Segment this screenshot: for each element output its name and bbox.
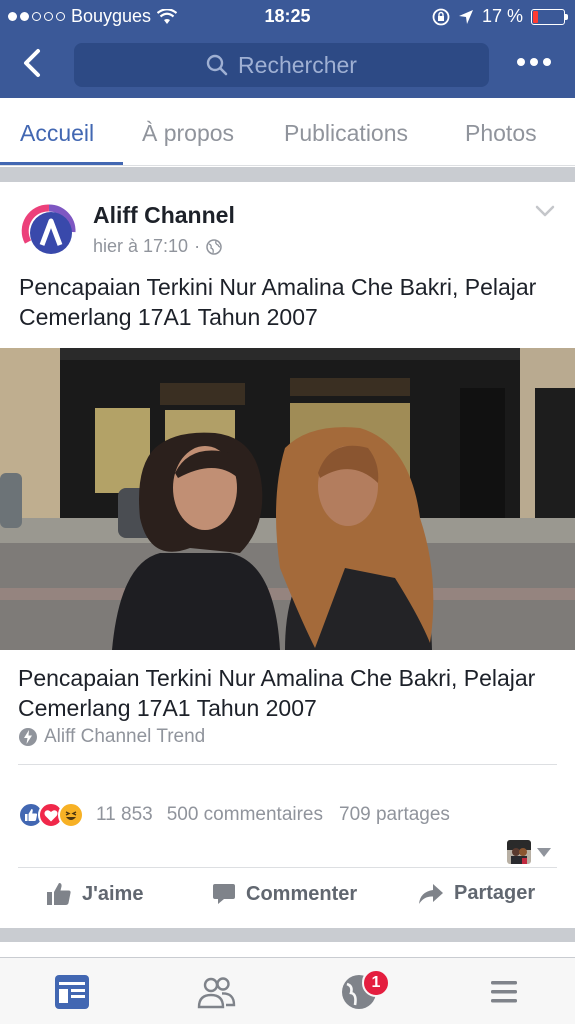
comment-button[interactable]: Commenter [212, 882, 357, 906]
like-button[interactable]: J'aime [46, 882, 143, 906]
thumbs-up-icon [47, 883, 71, 905]
notification-badge: 1 [362, 969, 390, 997]
comments-count[interactable]: 500 commentaires [167, 804, 323, 826]
rotation-lock-icon [432, 8, 450, 25]
instant-article-icon [19, 728, 37, 746]
more-options-icon[interactable] [517, 58, 551, 66]
page-avatar[interactable] [20, 202, 78, 260]
link-title[interactable]: Pencapaian Terkini Nur Amalina Che Bakri… [18, 663, 558, 723]
share-button[interactable]: Partager [418, 882, 535, 905]
link-preview-image[interactable] [0, 348, 575, 650]
feed-divider [0, 167, 575, 182]
menu-icon[interactable] [484, 972, 524, 1012]
battery-percent: 17 % [481, 6, 523, 26]
caret-down-icon [537, 847, 551, 857]
chevron-down-icon[interactable] [535, 204, 555, 218]
active-tab-indicator [0, 162, 123, 165]
tab-a-propos[interactable]: À propos [142, 120, 234, 147]
tab-photos[interactable]: Photos [465, 120, 537, 147]
bottom-tab-bar: 1 [0, 957, 575, 1024]
status-right: 17 % [432, 6, 568, 27]
reaction-icons [18, 802, 84, 828]
feed-divider [0, 928, 575, 942]
news-feed-icon[interactable] [52, 972, 92, 1012]
search-placeholder: Rechercher [238, 51, 357, 78]
share-arrow-icon [419, 883, 443, 904]
post-card: Aliff Channel hier à 17:10 · Pencapaian … [0, 182, 575, 928]
post-meta: hier à 17:10 · [93, 236, 222, 257]
search-icon [206, 54, 228, 76]
location-arrow-icon [458, 9, 473, 24]
viewer-avatar [507, 840, 531, 864]
divider [18, 867, 557, 868]
shares-count[interactable]: 709 partages [339, 804, 450, 826]
comment-label: Commenter [246, 882, 358, 905]
friends-icon[interactable] [196, 972, 236, 1012]
reactions-count: 11 853 [96, 804, 153, 825]
search-input[interactable]: Rechercher [74, 43, 489, 87]
status-bar: Bouygues 18:25 17 % [0, 0, 575, 32]
post-actions: J'aime Commenter Partager [0, 878, 575, 920]
tab-publications[interactable]: Publications [284, 120, 408, 147]
comment-icon [213, 884, 235, 904]
post-time[interactable]: hier à 17:10 [93, 236, 188, 257]
post-author[interactable]: Aliff Channel [93, 202, 235, 229]
meta-separator: · [194, 236, 201, 256]
tab-accueil[interactable]: Accueil [20, 120, 94, 147]
link-source: Aliff Channel Trend [18, 726, 205, 748]
battery-icon [531, 8, 568, 25]
divider [18, 764, 557, 765]
reactions-summary[interactable]: 11 853 500 commentaires 709 partages [18, 802, 450, 828]
post-text: Pencapaian Terkini Nur Amalina Che Bakri… [19, 274, 537, 330]
haha-reaction-icon [58, 802, 84, 828]
back-arrow-icon[interactable] [18, 48, 46, 78]
link-source-name: Aliff Channel Trend [44, 726, 206, 747]
like-label: J'aime [82, 882, 144, 905]
top-bar: Bouygues 18:25 17 % Rechercher [0, 0, 575, 98]
globe-icon [206, 238, 222, 255]
reaction-selector[interactable] [507, 840, 551, 864]
page-tabs: Accueil À propos Publications Photos [0, 98, 575, 166]
share-label: Partager [454, 882, 536, 904]
